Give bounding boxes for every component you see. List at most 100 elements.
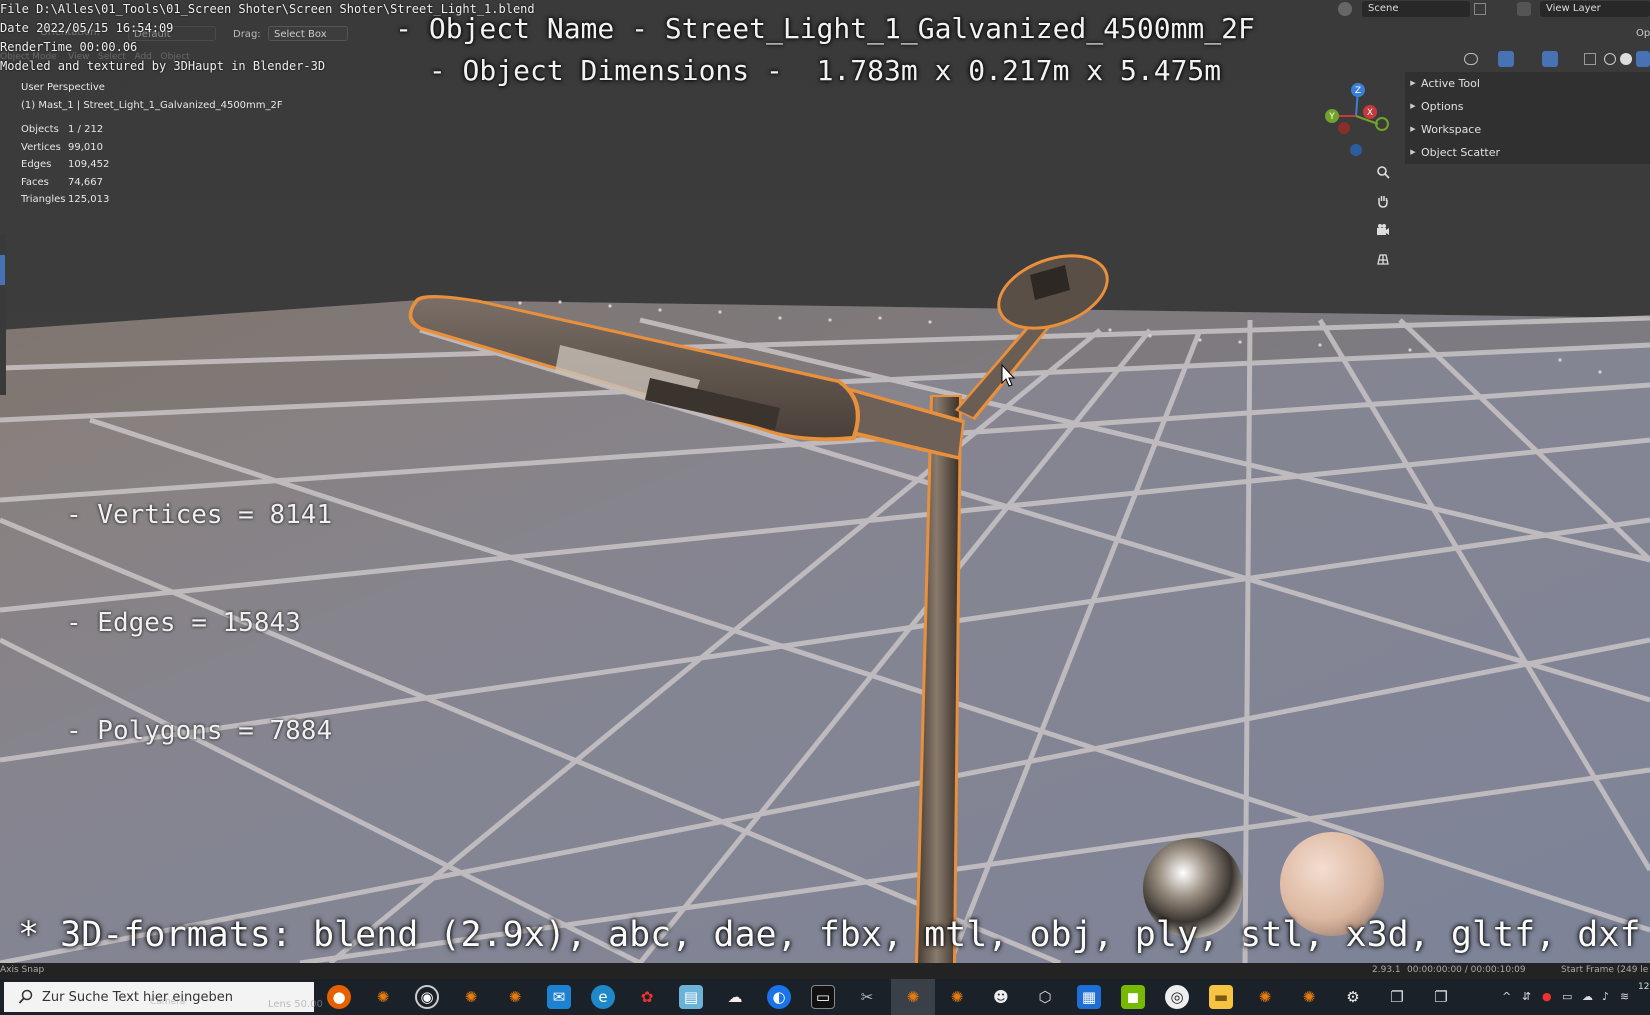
search-icon (18, 989, 33, 1004)
network-icon[interactable]: ⇵ (1522, 990, 1531, 1003)
xray-icon[interactable] (1584, 53, 1596, 65)
status-left: Axis Snap (0, 965, 45, 975)
expand-triangle-icon: ▶ (1410, 102, 1416, 110)
tool-icon[interactable]: ✂ (855, 985, 879, 1009)
panda-icon[interactable]: ☻ (989, 985, 1013, 1009)
camera-icon (1377, 224, 1389, 235)
stats-row: Triangles 125,013 (21, 194, 110, 205)
lens-overlay: Lens 50.00 (268, 999, 323, 1010)
mesh-stats: - Vertices = 8141 - Edges = 15843 - Poly… (66, 425, 332, 821)
blender-icon[interactable]: ✺ (1253, 985, 1277, 1009)
gizmo-x-label: X (1367, 108, 1373, 118)
folder-icon[interactable]: ▬ (1209, 985, 1233, 1009)
vertices-stat: - Vertices = 8141 (66, 500, 333, 530)
gizmo-z-label: Z (1355, 86, 1361, 96)
app-red-icon[interactable]: ✿ (635, 985, 659, 1009)
taskbar: Zur Suche Text hier eingeben Camera Lens… (0, 979, 1650, 1015)
blender-icon[interactable]: ✺ (1297, 985, 1321, 1009)
expand-triangle-icon: ▶ (1410, 79, 1416, 87)
firefox-icon[interactable]: ● (327, 985, 351, 1009)
panel-workspace[interactable]: ▶ Workspace (1405, 118, 1481, 140)
viewport-shading-controls (1462, 50, 1650, 68)
gizmo-y-label: Y (1328, 112, 1335, 122)
edge-icon[interactable]: e (591, 985, 615, 1009)
cloud-sync-icon[interactable]: ☁ (1582, 990, 1593, 1003)
blender-icon[interactable]: ✺ (503, 985, 527, 1009)
polygons-stat: - Polygons = 7884 (66, 716, 333, 746)
window-icon[interactable]: ❐ (1429, 985, 1453, 1009)
stats-row: Objects 1 / 212 (21, 124, 104, 135)
tray-chevron-icon[interactable]: ^ (1502, 990, 1511, 1003)
start-frame: Start Frame (249 le (1561, 965, 1649, 975)
zoom-button[interactable] (1371, 160, 1395, 184)
timecode: 00:00:00:00 / 00:00:10:09 (1407, 965, 1526, 975)
overlay-toggle-icon[interactable] (1542, 51, 1558, 67)
blender-icon[interactable]: ✺ (945, 985, 969, 1009)
stats-row: Vertices 99,010 (21, 141, 103, 153)
nvidia-icon[interactable]: ◼ (1121, 985, 1145, 1009)
lens-label: Lens 50.00 (268, 999, 323, 1010)
status-bar: Axis Snap 2.93.1 00:00:00:00 / 00:00:10:… (0, 963, 1650, 979)
expand-triangle-icon: ▶ (1410, 148, 1416, 156)
camera-label: Camera (150, 997, 186, 1007)
view-layer-name: View Layer (1546, 3, 1601, 14)
active-tool-indicator (0, 255, 5, 285)
pan-button[interactable] (1371, 189, 1395, 213)
view-layer-icon[interactable] (1517, 2, 1531, 16)
cube-icon[interactable]: ⬡ (1033, 985, 1057, 1009)
cloud-icon[interactable]: ☁ (723, 985, 747, 1009)
antivirus-icon[interactable]: ● (1542, 990, 1552, 1003)
clock[interactable]: 12: (1638, 982, 1650, 992)
3d-viewport[interactable]: Orientation: Default Drag: Select Box Ob… (0, 0, 1650, 963)
panel-active-tool[interactable]: ▶ Active Tool (1405, 72, 1480, 94)
hand-icon (1378, 196, 1388, 208)
camera-lens-overlay: Camera (150, 997, 185, 1007)
window-icon[interactable]: ❐ (1385, 985, 1409, 1009)
navigation-gizmo[interactable]: Z X Y (1318, 78, 1394, 160)
scene-statistics: Objects 1 / 212 Vertices 99,010 Edges 109,4… (21, 124, 109, 212)
gizmo-neg-z (1350, 144, 1362, 156)
stats-row: Edges 109,452 (21, 159, 110, 170)
volume-icon[interactable]: ♪ (1602, 990, 1609, 1003)
options-button[interactable]: Op (1636, 28, 1650, 39)
scene-selector-icon[interactable] (1338, 2, 1352, 16)
material-shading-icon[interactable] (1636, 51, 1650, 67)
edges-stat: - Edges = 15843 (66, 608, 301, 638)
panel-object-scatter[interactable]: ▶ Object Scatter (1405, 141, 1500, 163)
scene-selector[interactable]: Scene (1362, 1, 1470, 17)
blender-icon[interactable]: ✺ (371, 985, 395, 1009)
view-layer-selector[interactable]: View Layer (1540, 1, 1650, 17)
terminal-icon[interactable]: ▭ (811, 985, 835, 1009)
new-scene-icon[interactable] (1474, 3, 1486, 15)
wifi-icon[interactable]: ≋ (1620, 990, 1629, 1003)
media-icon[interactable]: ◎ (1165, 985, 1189, 1009)
camera-view-button[interactable] (1371, 218, 1395, 242)
mail-icon[interactable]: ✉ (547, 985, 571, 1009)
formats-caption: * 3D-formats: blend (2.9x), abc, dae, fb… (18, 915, 1641, 955)
notes-icon[interactable]: ▤ (679, 985, 703, 1009)
viewport-info: User Perspective (1) Mast_1 | Street_Lig… (21, 79, 283, 114)
collection-label: (1) Mast_1 | Street_Light_1_Galvanized_4… (21, 99, 283, 111)
search-placeholder: Zur Suche Text hier eingeben (42, 989, 233, 1005)
blender-icon[interactable]: ✺ (901, 985, 925, 1009)
gizmo-neg-x (1338, 122, 1350, 134)
toolbar-strip[interactable] (0, 235, 6, 395)
solid-shading-icon[interactable] (1620, 53, 1632, 65)
settings-icon[interactable]: ⚙ (1341, 985, 1365, 1009)
chat-icon[interactable]: ◐ (767, 985, 791, 1009)
blender-icon[interactable]: ✺ (459, 985, 483, 1009)
gizmo-toggle-icon[interactable] (1498, 51, 1514, 67)
expand-triangle-icon: ▶ (1410, 125, 1416, 133)
obs-icon[interactable]: ◉ (415, 985, 439, 1009)
wireframe-shading-icon[interactable] (1604, 53, 1616, 65)
sidebar-panel: ▶ Active Tool ▶ Options ▶ Workspace ▶ Object… (1405, 72, 1650, 164)
calendar-icon[interactable]: ▦ (1077, 985, 1101, 1009)
stats-row: Faces 74,667 (21, 176, 103, 188)
visibility-icon[interactable] (1464, 53, 1478, 65)
blender-version: 2.93.1 (1372, 965, 1401, 975)
grid-icon (1377, 254, 1389, 265)
ortho-toggle-button[interactable] (1371, 247, 1395, 271)
perspective-label: User Perspective (21, 82, 105, 93)
panel-options[interactable]: ▶ Options (1405, 95, 1463, 117)
battery-icon[interactable]: ▭ (1562, 990, 1572, 1003)
